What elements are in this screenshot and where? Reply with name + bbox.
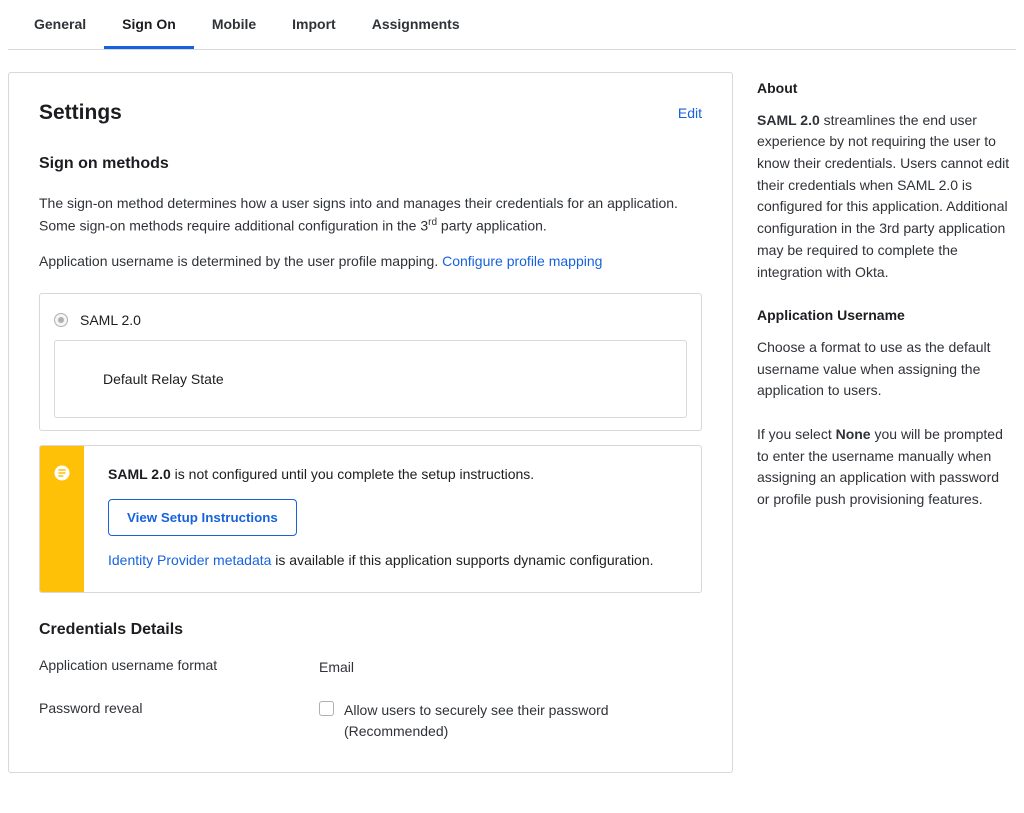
application-username-p1: Choose a format to use as the default us… bbox=[757, 337, 1012, 402]
tab-sign-on[interactable]: Sign On bbox=[104, 0, 194, 49]
about-heading: About bbox=[757, 78, 1012, 100]
settings-title: Settings bbox=[39, 101, 122, 125]
default-relay-state-label: Default Relay State bbox=[103, 371, 224, 387]
about-text: SAML 2.0 streamlines the end user experi… bbox=[757, 110, 1012, 284]
username-format-row: Application username format Email bbox=[39, 657, 702, 678]
saml-option-label: SAML 2.0 bbox=[80, 312, 141, 328]
sidebar: About SAML 2.0 streamlines the end user … bbox=[757, 72, 1012, 773]
callout-line-2: Identity Provider metadata is available … bbox=[108, 550, 677, 572]
configure-profile-mapping-link[interactable]: Configure profile mapping bbox=[442, 253, 602, 269]
saml-radio[interactable] bbox=[54, 313, 68, 327]
application-username-p2: If you select None you will be prompted … bbox=[757, 424, 1012, 511]
username-format-label: Application username format bbox=[39, 657, 319, 673]
tab-general[interactable]: General bbox=[16, 0, 104, 49]
sign-on-methods-heading: Sign on methods bbox=[39, 155, 702, 173]
credentials-details-heading: Credentials Details bbox=[39, 621, 702, 639]
tab-bar: General Sign On Mobile Import Assignment… bbox=[8, 0, 1016, 50]
view-setup-instructions-button[interactable]: View Setup Instructions bbox=[108, 499, 297, 536]
saml-setup-callout: SAML 2.0 is not configured until you com… bbox=[39, 445, 702, 593]
application-username-heading: Application Username bbox=[757, 305, 1012, 327]
identity-provider-metadata-link[interactable]: Identity Provider metadata bbox=[108, 552, 271, 568]
saml-option-box: SAML 2.0 Default Relay State bbox=[39, 293, 702, 431]
default-relay-state-field: Default Relay State bbox=[54, 340, 687, 418]
callout-line-1: SAML 2.0 is not configured until you com… bbox=[108, 464, 677, 486]
info-icon bbox=[53, 464, 71, 485]
password-reveal-checkbox[interactable] bbox=[319, 701, 334, 716]
callout-stripe bbox=[40, 446, 84, 592]
username-format-value: Email bbox=[319, 657, 702, 678]
tab-assignments[interactable]: Assignments bbox=[354, 0, 478, 49]
tab-import[interactable]: Import bbox=[274, 0, 354, 49]
sign-on-description-1: The sign-on method determines how a user… bbox=[39, 193, 702, 237]
edit-button[interactable]: Edit bbox=[678, 105, 702, 121]
password-reveal-text: Allow users to securely see their passwo… bbox=[344, 700, 702, 742]
password-reveal-label: Password reveal bbox=[39, 700, 319, 716]
password-reveal-row: Password reveal Allow users to securely … bbox=[39, 700, 702, 742]
tab-mobile[interactable]: Mobile bbox=[194, 0, 274, 49]
settings-card: Settings Edit Sign on methods The sign-o… bbox=[8, 72, 733, 773]
sign-on-description-2: Application username is determined by th… bbox=[39, 251, 702, 273]
